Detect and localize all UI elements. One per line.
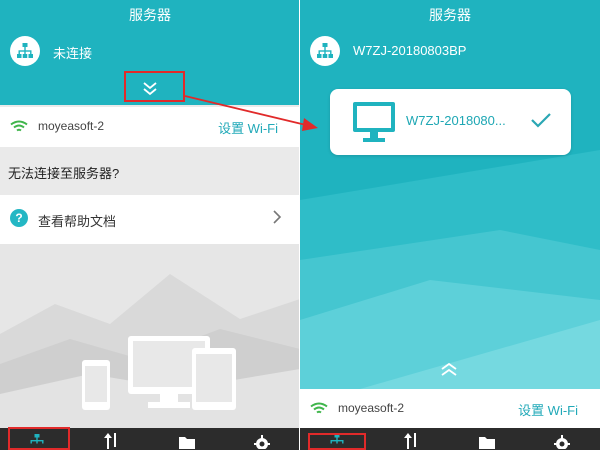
chevron-right-icon — [273, 210, 282, 224]
tablet-icon — [192, 348, 236, 410]
wifi-icon — [10, 120, 28, 132]
help-question-icon: ? — [10, 209, 28, 227]
right-screen: 服务器 W7ZJ-20180803BP W7ZJ-2018080... moye… — [300, 0, 600, 450]
annotation-highlight-box — [124, 71, 185, 102]
gear-icon — [254, 435, 270, 449]
help-docs-label: 查看帮助文档 — [38, 214, 117, 229]
wifi-icon — [310, 402, 328, 414]
device-name: W7ZJ-2018080... — [406, 113, 506, 128]
annotation-highlight-box — [8, 427, 70, 450]
wifi-ssid: moyeasoft-2 — [338, 401, 405, 415]
device-card[interactable]: W7ZJ-2018080... — [330, 89, 571, 155]
folder-icon — [479, 437, 495, 449]
connected-server-name: W7ZJ-20180803BP — [353, 43, 467, 58]
gear-icon — [554, 435, 570, 449]
server-network-icon — [310, 36, 340, 66]
phone-icon — [82, 360, 110, 410]
nav-settings-tab[interactable] — [240, 428, 284, 450]
folder-icon — [179, 437, 195, 449]
nav-transfer-tab[interactable] — [390, 428, 434, 450]
devices-illustration — [0, 244, 300, 428]
nav-transfer-tab[interactable] — [90, 428, 134, 450]
connection-status: 未连接 — [53, 46, 93, 61]
nav-settings-tab[interactable] — [540, 428, 584, 450]
double-chevron-up-icon — [441, 362, 457, 376]
wifi-ssid: moyeasoft-2 — [38, 119, 105, 133]
nav-files-tab[interactable] — [465, 428, 509, 450]
page-title: 服务器 — [129, 7, 171, 23]
left-screen: 服务器 未连接 moyeasoft-2 设置 Wi-Fi 无法连接至服务器? ?… — [0, 0, 300, 450]
nav-files-tab[interactable] — [165, 428, 209, 450]
transfer-arrows-icon — [404, 433, 416, 449]
wifi-row: moyeasoft-2 设置 Wi-Fi — [0, 107, 300, 147]
wifi-settings-link[interactable]: 设置 Wi-Fi — [518, 400, 578, 419]
gradient-background — [300, 0, 600, 389]
help-docs-row[interactable]: ? 查看帮助文档 — [0, 195, 300, 244]
checkmark-icon — [531, 113, 551, 128]
wifi-row: moyeasoft-2 设置 Wi-Fi — [300, 389, 600, 429]
connection-error-text: 无法连接至服务器? — [8, 166, 120, 181]
transfer-arrows-icon — [104, 433, 116, 449]
server-network-icon — [10, 36, 40, 66]
page-title: 服务器 — [429, 7, 471, 23]
monitor-icon — [353, 102, 395, 142]
collapse-chevron-button[interactable] — [439, 362, 459, 383]
wifi-settings-link[interactable]: 设置 Wi-Fi — [218, 118, 278, 137]
annotation-highlight-box — [308, 433, 366, 450]
